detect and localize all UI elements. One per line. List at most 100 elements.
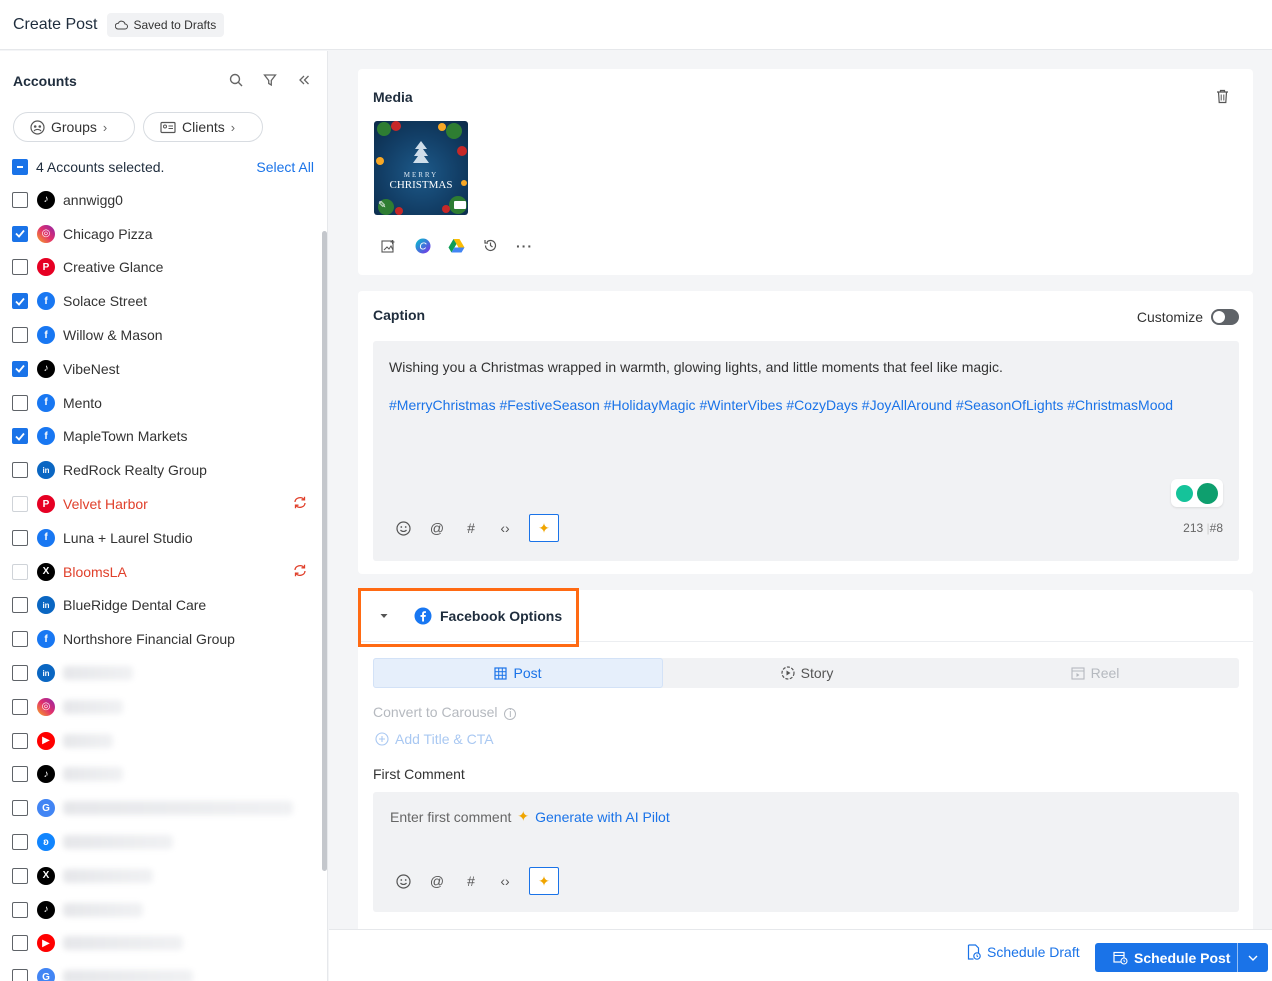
trash-icon[interactable] bbox=[1216, 89, 1229, 107]
schedule-post-button[interactable]: Schedule Post bbox=[1095, 943, 1268, 972]
convert-carousel-option[interactable]: Convert to Carousel i bbox=[373, 704, 517, 720]
account-checkbox[interactable] bbox=[12, 969, 28, 981]
schedule-draft-button[interactable]: Schedule Draft bbox=[967, 944, 1080, 960]
tab-reel[interactable]: Reel bbox=[951, 658, 1239, 688]
tab-story[interactable]: Story bbox=[663, 658, 951, 688]
account-checkbox[interactable] bbox=[12, 428, 28, 445]
account-checkbox[interactable] bbox=[12, 563, 28, 580]
account-row[interactable]: in RedRock Realty Group bbox=[12, 453, 312, 487]
ai-sparkle-icon[interactable]: ✦ bbox=[529, 514, 559, 542]
collapse-sidebar-icon[interactable] bbox=[295, 71, 313, 89]
hashtag-icon[interactable]: # bbox=[461, 871, 481, 891]
account-checkbox[interactable] bbox=[12, 766, 28, 783]
account-checkbox[interactable] bbox=[12, 901, 28, 918]
facebook-options-header[interactable]: Facebook Options bbox=[358, 588, 1253, 647]
account-checkbox[interactable] bbox=[12, 867, 28, 884]
account-row[interactable]: ♪ bbox=[12, 893, 312, 927]
account-row[interactable]: ♪ bbox=[12, 758, 312, 792]
account-checkbox[interactable] bbox=[12, 360, 28, 377]
customize-switch[interactable] bbox=[1211, 309, 1239, 325]
schedule-post-main[interactable]: Schedule Post bbox=[1095, 950, 1237, 966]
account-row[interactable]: f Solace Street bbox=[12, 284, 312, 318]
edit-pencil-icon[interactable]: ✎ bbox=[378, 200, 386, 211]
account-checkbox[interactable] bbox=[12, 529, 28, 546]
mention-icon[interactable]: @ bbox=[427, 518, 447, 538]
account-checkbox[interactable] bbox=[12, 834, 28, 851]
account-row[interactable]: ◎ bbox=[12, 690, 312, 724]
sidebar-scrollbar[interactable] bbox=[322, 231, 327, 871]
account-checkbox[interactable] bbox=[12, 800, 28, 817]
account-checkbox[interactable] bbox=[12, 293, 28, 310]
grammarly-widget[interactable] bbox=[1171, 479, 1223, 507]
account-row[interactable]: X BloomsLA bbox=[12, 555, 312, 589]
image-edit-icon[interactable] bbox=[380, 237, 397, 254]
search-icon[interactable] bbox=[227, 71, 245, 89]
groups-label: Groups bbox=[51, 119, 97, 135]
code-icon[interactable]: ‹› bbox=[495, 871, 515, 891]
account-row[interactable]: G bbox=[12, 791, 312, 825]
emoji-icon[interactable] bbox=[393, 871, 413, 891]
code-icon[interactable]: ‹› bbox=[495, 518, 515, 538]
mention-icon[interactable]: @ bbox=[427, 871, 447, 891]
groups-button[interactable]: Groups › bbox=[13, 112, 135, 142]
account-checkbox[interactable] bbox=[12, 327, 28, 344]
generate-ai-link[interactable]: Generate with AI Pilot bbox=[535, 809, 670, 825]
select-all-checkbox[interactable] bbox=[12, 159, 28, 175]
account-row[interactable]: in bbox=[12, 656, 312, 690]
blurred-account-name bbox=[63, 835, 173, 850]
add-title-cta-link[interactable]: Add Title & CTA bbox=[375, 731, 494, 747]
account-row[interactable]: X bbox=[12, 859, 312, 893]
chevron-down-icon[interactable] bbox=[1237, 943, 1268, 972]
google-icon: G bbox=[37, 799, 55, 818]
account-checkbox[interactable] bbox=[12, 597, 28, 614]
caption-editor[interactable]: Wishing you a Christmas wrapped in warmt… bbox=[373, 341, 1239, 561]
account-row[interactable]: ▶ bbox=[12, 927, 312, 961]
account-checkbox[interactable] bbox=[12, 462, 28, 479]
filter-icon[interactable] bbox=[261, 71, 279, 89]
canva-icon[interactable]: C bbox=[414, 237, 431, 254]
select-all-link[interactable]: Select All bbox=[256, 159, 314, 175]
account-row[interactable]: f MapleTown Markets bbox=[12, 420, 312, 454]
account-checkbox[interactable] bbox=[12, 935, 28, 952]
sidebar-tools bbox=[227, 71, 313, 89]
account-row[interactable]: f Luna + Laurel Studio bbox=[12, 521, 312, 555]
account-row[interactable]: P Creative Glance bbox=[12, 251, 312, 285]
more-icon[interactable]: ··· bbox=[516, 237, 533, 254]
hashtag-icon[interactable]: # bbox=[461, 518, 481, 538]
account-checkbox[interactable] bbox=[12, 225, 28, 242]
account-row[interactable]: ʚ bbox=[12, 825, 312, 859]
account-list: ♪ annwigg0 ◎ Chicago Pizza P Creative Glance f… bbox=[12, 183, 312, 981]
clients-icon bbox=[160, 121, 176, 133]
account-checkbox[interactable] bbox=[12, 631, 28, 648]
emoji-icon[interactable] bbox=[393, 518, 413, 538]
account-name: MapleTown Markets bbox=[63, 428, 188, 445]
account-row[interactable]: f Willow & Mason bbox=[12, 318, 312, 352]
accounts-heading: Accounts bbox=[13, 73, 77, 89]
reconnect-icon[interactable] bbox=[293, 496, 307, 512]
account-checkbox[interactable] bbox=[12, 496, 28, 513]
account-row[interactable]: in BlueRidge Dental Care bbox=[12, 589, 312, 623]
account-checkbox[interactable] bbox=[12, 698, 28, 715]
tab-story-label: Story bbox=[800, 665, 834, 681]
reconnect-icon[interactable] bbox=[293, 564, 307, 580]
account-row[interactable]: G bbox=[12, 960, 312, 981]
account-row[interactable]: P Velvet Harbor bbox=[12, 487, 312, 521]
account-row[interactable]: f Northshore Financial Group bbox=[12, 622, 312, 656]
ai-sparkle-icon[interactable]: ✦ bbox=[529, 867, 559, 895]
account-row[interactable]: ▶ bbox=[12, 724, 312, 758]
account-checkbox[interactable] bbox=[12, 394, 28, 411]
history-icon[interactable] bbox=[482, 237, 499, 254]
account-row[interactable]: ♪ VibeNest bbox=[12, 352, 312, 386]
account-row[interactable]: ♪ annwigg0 bbox=[12, 183, 312, 217]
account-checkbox[interactable] bbox=[12, 191, 28, 208]
account-row[interactable]: f Mento bbox=[12, 386, 312, 420]
account-checkbox[interactable] bbox=[12, 259, 28, 276]
account-row[interactable]: ◎ Chicago Pizza bbox=[12, 217, 312, 251]
clients-button[interactable]: Clients › bbox=[143, 112, 263, 142]
tab-post[interactable]: Post bbox=[373, 658, 663, 688]
media-thumbnail[interactable]: MERRY CHRISTMAS ✎ bbox=[374, 121, 468, 215]
google-drive-icon[interactable] bbox=[448, 237, 465, 254]
account-checkbox[interactable] bbox=[12, 665, 28, 682]
first-comment-editor[interactable]: Enter first comment ✦ Generate with AI P… bbox=[373, 792, 1239, 912]
account-checkbox[interactable] bbox=[12, 732, 28, 749]
